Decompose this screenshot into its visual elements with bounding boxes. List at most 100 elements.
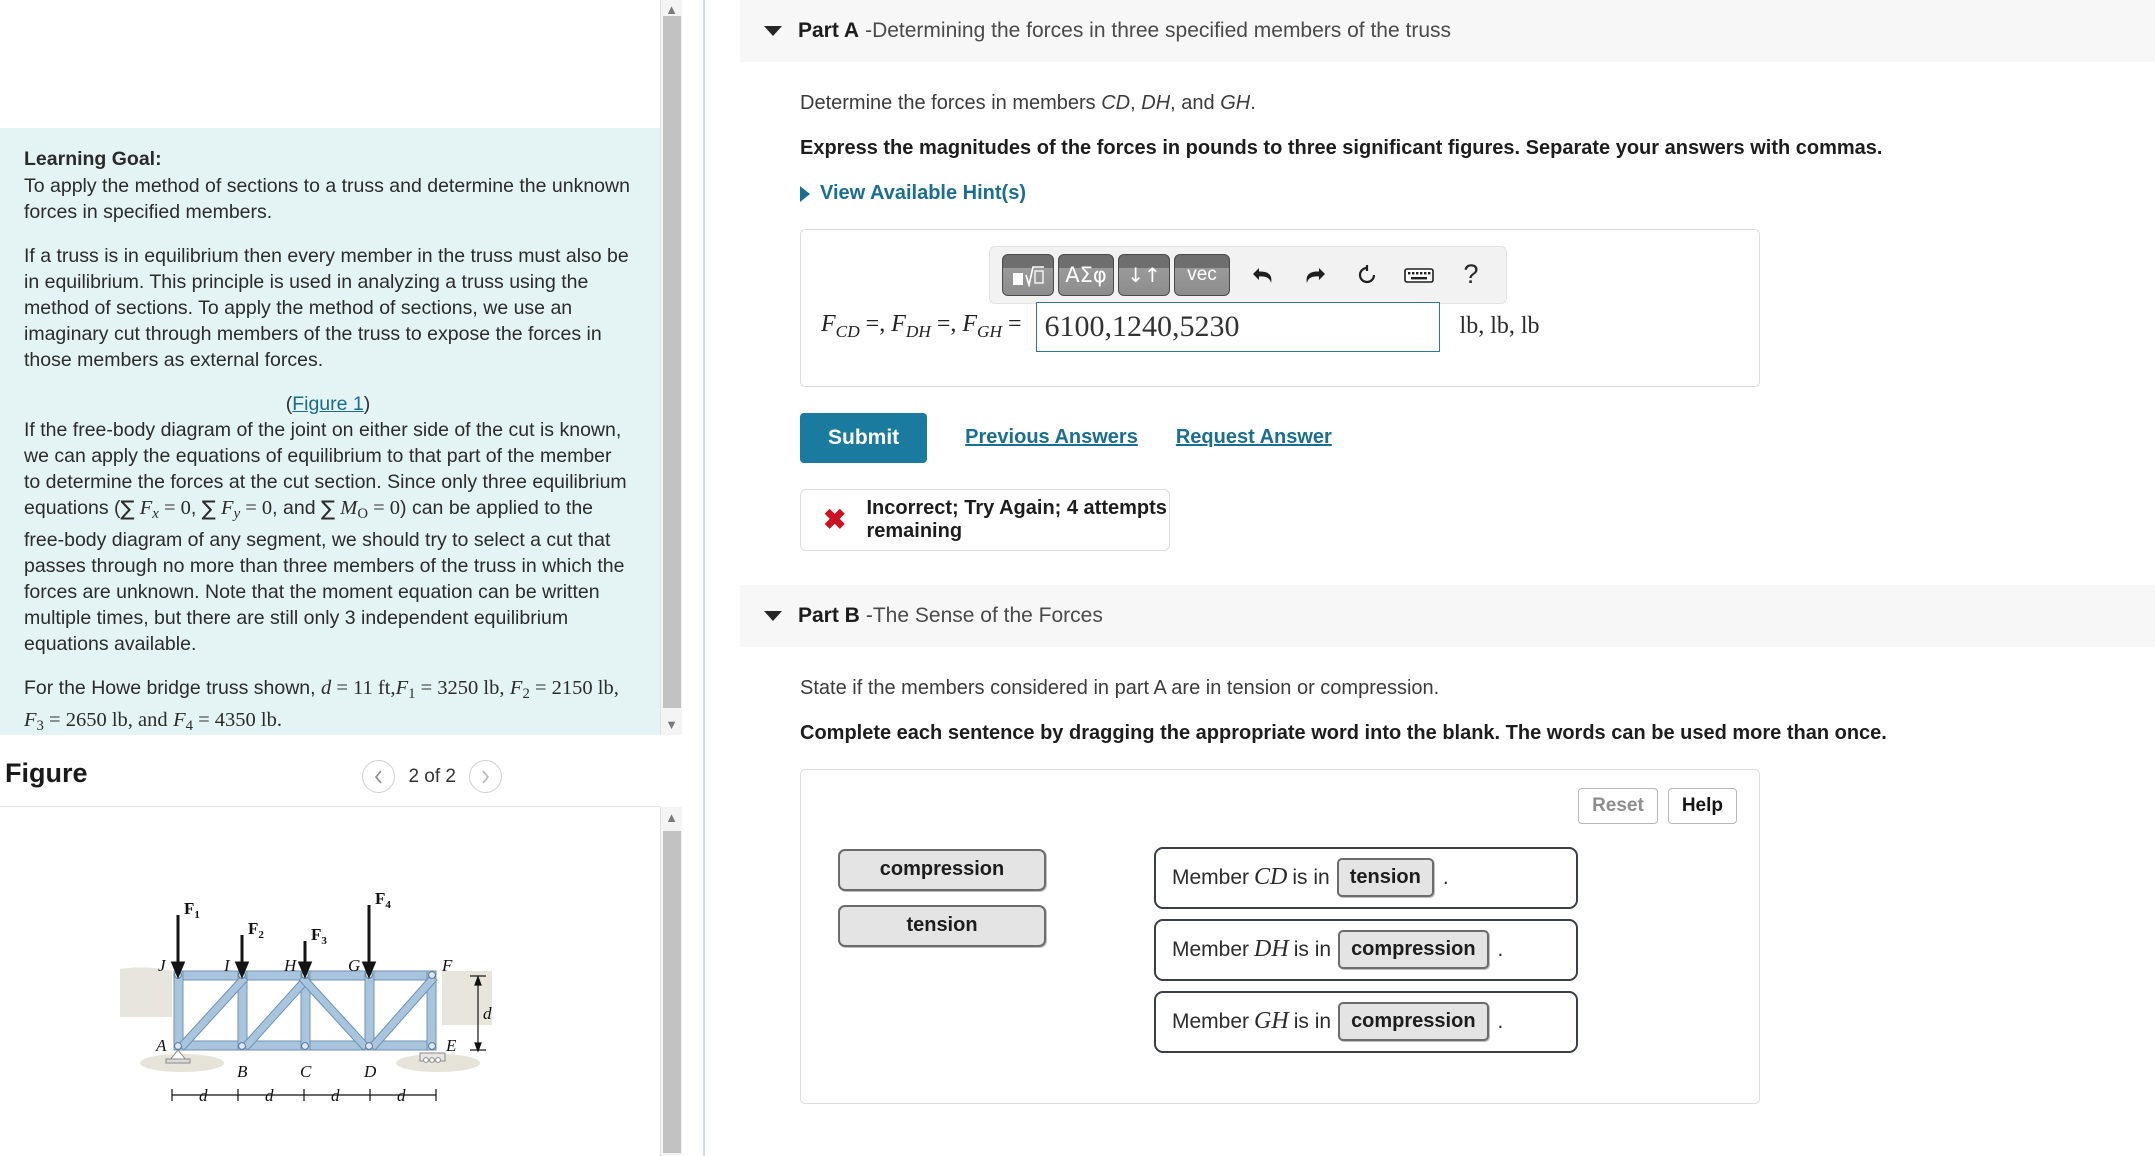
eq-sum-mo: ∑ MO = 0 xyxy=(321,497,400,519)
load-label-F4: F4 xyxy=(375,889,391,911)
sentence-dh-answer-slot[interactable]: compression xyxy=(1338,930,1488,969)
sentence-list: Member CD is in tension . Member DH is i… xyxy=(1154,847,1578,1053)
figure-scrollbar[interactable]: ▲ xyxy=(660,807,682,1156)
dim-height-d: d xyxy=(483,1004,492,1023)
node-G: G xyxy=(348,956,360,975)
node-C: C xyxy=(300,1062,312,1081)
sentence-gh-prefix: Member xyxy=(1172,1010,1249,1034)
part-a-label: Part A xyxy=(798,19,859,43)
figure-title: Figure xyxy=(5,758,88,789)
answer-units: lb, lb, lb xyxy=(1460,313,1540,340)
submit-button[interactable]: Submit xyxy=(800,413,927,463)
part-b-instruction: Complete each sentence by dragging the a… xyxy=(800,722,2155,745)
reset-math-button[interactable] xyxy=(1344,254,1390,296)
sentence-dh-suffix: . xyxy=(1498,938,1504,962)
part-a-header[interactable]: Part A - Determining the forces in three… xyxy=(740,0,2155,62)
part-a-question: Determine the forces in members CD, DH, … xyxy=(800,92,2155,115)
keyboard-icon xyxy=(1404,265,1434,285)
node-H: H xyxy=(283,956,298,975)
figure-scrollbar-thumb[interactable] xyxy=(663,831,681,1153)
drag-drop-card: Reset Help compression tension Member CD… xyxy=(800,769,1760,1104)
method-of-sections-text: If a truss is in equilibrium then every … xyxy=(24,243,632,373)
figure-scroll-up-icon[interactable]: ▲ xyxy=(661,810,682,826)
chevron-right-icon xyxy=(480,769,491,785)
greek-label: ΑΣφ xyxy=(1065,263,1107,287)
sentence-cd-prefix: Member xyxy=(1172,866,1249,890)
node-D: D xyxy=(363,1062,377,1081)
reset-button[interactable]: Reset xyxy=(1578,788,1658,824)
answer-card: ΑΣφ ↓↑ vec xyxy=(800,229,1760,387)
sentence-gh-middle: is in xyxy=(1294,1010,1331,1034)
figure-navigation: 2 of 2 xyxy=(362,760,502,793)
load-label-F3: F3 xyxy=(311,925,327,947)
sentence-gh-member: GH xyxy=(1254,1008,1289,1035)
previous-answers-link[interactable]: Previous Answers xyxy=(965,426,1138,449)
undo-button[interactable] xyxy=(1240,254,1286,296)
figure-1-reference: (Figure 1) xyxy=(24,391,632,417)
template-button[interactable] xyxy=(1002,254,1054,296)
eq-sum-fy: ∑ Fy = 0 xyxy=(202,497,272,519)
part-b-collapse-caret-down-icon[interactable] xyxy=(764,611,782,621)
member-dh: DH xyxy=(1141,92,1170,114)
left-column: Learning Goal: To apply the method of se… xyxy=(0,0,680,1156)
caret-right-icon xyxy=(800,186,810,202)
load-label-F1: F1 xyxy=(184,899,200,921)
part-a-collapse-caret-down-icon[interactable] xyxy=(764,26,782,36)
answer-lhs-label: FCD =, FDH =, FGH = xyxy=(821,311,1022,342)
chevron-left-icon xyxy=(373,769,384,785)
figure-body: F1 F2 F3 F4 J I H G F A B C xyxy=(0,807,660,1156)
part-a-subtitle: Determining the forces in three specifie… xyxy=(872,19,1451,43)
intro-scrollbar-thumb[interactable] xyxy=(663,16,681,708)
answer-row: FCD =, FDH =, FGH = lb, lb, lb xyxy=(821,302,1540,352)
dim-span-1: d xyxy=(199,1086,208,1105)
answer-input[interactable] xyxy=(1036,302,1440,352)
equilibrium-equations-text: If the free-body diagram of the joint on… xyxy=(24,417,632,657)
feedback-banner: ✖ Incorrect; Try Again; 4 attempts remai… xyxy=(800,489,1170,551)
math-toolbar: ΑΣφ ↓↑ vec xyxy=(989,246,1507,304)
submit-row: Submit Previous Answers Request Answer xyxy=(800,413,2155,463)
dim-span-4: d xyxy=(397,1086,406,1105)
view-hints-link[interactable]: View Available Hint(s) xyxy=(800,182,1026,205)
given-f4: F4 = 4350 lb. xyxy=(173,709,282,731)
redo-icon xyxy=(1302,264,1328,286)
node-A: A xyxy=(155,1036,167,1055)
part-b-question: State if the members considered in part … xyxy=(800,677,2155,700)
greek-symbols-button[interactable]: ΑΣφ xyxy=(1058,254,1114,296)
sentence-dh-prefix: Member xyxy=(1172,938,1249,962)
help-button[interactable]: Help xyxy=(1668,788,1737,824)
scroll-down-icon[interactable]: ▼ xyxy=(661,717,682,733)
part-b-header[interactable]: Part B - The Sense of the Forces xyxy=(740,585,2155,647)
member-cd: CD xyxy=(1101,92,1130,114)
figure-1-link[interactable]: Figure 1 xyxy=(292,393,364,415)
drag-drop-tools: Reset Help xyxy=(1578,788,1737,824)
column-divider xyxy=(703,0,705,1156)
template-icon xyxy=(1011,263,1045,287)
problem-intro-scrollarea: Learning Goal: To apply the method of se… xyxy=(0,0,680,735)
truss-diagram: F1 F2 F3 F4 J I H G F A B C xyxy=(120,867,540,1132)
keyboard-button[interactable] xyxy=(1396,254,1442,296)
intro-scrollbar[interactable]: ▲ ▼ xyxy=(660,0,682,735)
request-answer-link[interactable]: Request Answer xyxy=(1176,426,1332,449)
feedback-text: Incorrect; Try Again; 4 attempts remaini… xyxy=(866,497,1169,543)
redo-button[interactable] xyxy=(1292,254,1338,296)
word-tile-tension[interactable]: tension xyxy=(838,905,1046,947)
sentence-gh-answer-slot[interactable]: compression xyxy=(1338,1002,1488,1041)
math-help-button[interactable]: ? xyxy=(1448,254,1494,296)
member-gh: GH xyxy=(1220,92,1250,114)
arrows-button[interactable]: ↓↑ xyxy=(1118,254,1170,296)
given-f1: F1 = 3250 lb, xyxy=(396,677,505,699)
vector-button[interactable]: vec xyxy=(1174,254,1230,296)
figure-counter: 2 of 2 xyxy=(408,766,456,788)
part-b-label: Part B xyxy=(798,604,860,628)
part-b-dash: - xyxy=(866,604,873,628)
word-tile-compression[interactable]: compression xyxy=(838,849,1046,891)
part-b-subtitle: The Sense of the Forces xyxy=(873,604,1103,628)
sentence-dh-member: DH xyxy=(1254,936,1289,963)
given-f2: F2 = 2150 lb, xyxy=(510,677,619,699)
part-b-body: State if the members considered in part … xyxy=(740,677,2155,1104)
figure-next-button[interactable] xyxy=(469,760,502,793)
figure-prev-button[interactable] xyxy=(362,760,395,793)
part-a-dash: - xyxy=(865,19,872,43)
sentence-cd-suffix: . xyxy=(1443,866,1449,890)
sentence-cd-answer-slot[interactable]: tension xyxy=(1337,858,1434,897)
